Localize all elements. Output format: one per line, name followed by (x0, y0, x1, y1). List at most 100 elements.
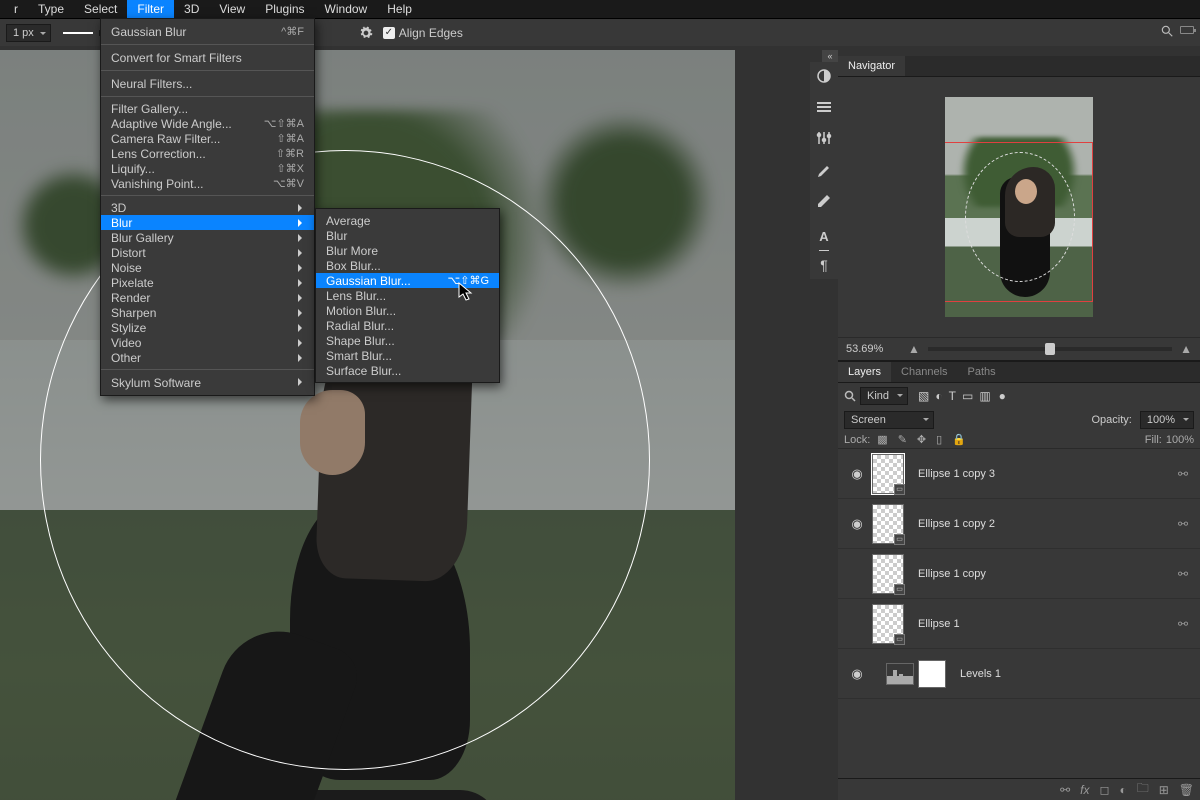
menuitem-filter-gallery[interactable]: Filter Gallery... (101, 101, 314, 116)
menuitem-other[interactable]: Other (101, 350, 314, 365)
zoom-in-icon[interactable]: ▲ (1180, 342, 1192, 356)
zoom-slider[interactable] (928, 347, 1172, 351)
group-icon[interactable]: 🗀 (1137, 779, 1149, 800)
menuitem-convert-smart[interactable]: Convert for Smart Filters (101, 49, 314, 66)
panel-collapse-button[interactable]: « (822, 50, 838, 62)
menuitem-surface-blur[interactable]: Surface Blur... (316, 363, 499, 378)
search-icon[interactable] (1160, 24, 1174, 41)
filter-type-icons[interactable]: ▧◐T▭▥● (912, 389, 1006, 403)
menuitem-blur-gallery[interactable]: Blur Gallery (101, 230, 314, 245)
brushes-icon[interactable] (816, 155, 832, 186)
zoom-value[interactable]: 53.69% (846, 343, 900, 355)
menuitem-last-filter[interactable]: Gaussian Blur^⌘F (101, 23, 314, 40)
menuitem-radial-blur[interactable]: Radial Blur... (316, 318, 499, 333)
menuitem-neural[interactable]: Neural Filters... (101, 75, 314, 92)
menu-help[interactable]: Help (377, 0, 422, 19)
character-icon[interactable]: A (819, 223, 828, 251)
menu-select[interactable]: Select (74, 0, 127, 19)
visibility-toggle[interactable]: ◉ (842, 516, 872, 532)
menuitem-average[interactable]: Average (316, 213, 499, 228)
brush-settings-icon[interactable] (816, 186, 832, 217)
paragraph-icon[interactable]: ¶ (820, 251, 828, 279)
stroke-style-preview[interactable] (63, 32, 93, 34)
tab-layers[interactable]: Layers (838, 362, 891, 382)
link-layers-icon[interactable]: ⚯ (1060, 783, 1070, 797)
layer-filter-kind[interactable]: Kind (860, 387, 908, 405)
lock-artboard-icon[interactable]: ▯ (933, 433, 945, 446)
menuitem-noise[interactable]: Noise (101, 260, 314, 275)
blend-mode-select[interactable]: Screen (844, 411, 934, 429)
layer-row[interactable]: ◉ ▭ Ellipse 1 copy 2 ⚯ (838, 499, 1200, 549)
swatches-icon[interactable] (816, 93, 832, 124)
menuitem-blur[interactable]: Blur (101, 215, 314, 230)
tab-paths[interactable]: Paths (958, 362, 1006, 382)
menuitem-blur-more[interactable]: Blur More (316, 243, 499, 258)
menu-view[interactable]: View (209, 0, 255, 19)
layer-row[interactable]: ◉ ▭ Ellipse 1 copy 3 ⚯ (838, 449, 1200, 499)
menuitem-lens[interactable]: Lens Correction...⇧⌘R (101, 146, 314, 161)
layer-name[interactable]: Ellipse 1 copy 2 (918, 518, 995, 530)
menuitem-vanishing[interactable]: Vanishing Point...⌥⌘V (101, 176, 314, 191)
menuitem-lens-blur[interactable]: Lens Blur... (316, 288, 499, 303)
menu-filter[interactable]: Filter (127, 0, 174, 19)
menuitem-shape-blur[interactable]: Shape Blur... (316, 333, 499, 348)
menuitem-blur-simple[interactable]: Blur (316, 228, 499, 243)
layer-effects-icon[interactable]: fx (1080, 783, 1089, 797)
color-icon[interactable] (816, 62, 832, 93)
lock-position-icon[interactable]: ✥ (914, 433, 929, 446)
navigator-thumbnail[interactable] (945, 97, 1093, 317)
menu-type[interactable]: Type (28, 0, 74, 19)
layer-name[interactable]: Ellipse 1 (918, 618, 960, 630)
lock-all-icon[interactable]: 🔒 (949, 433, 969, 446)
menuitem-gaussian-blur[interactable]: Gaussian Blur...⌥⇧⌘G (316, 273, 499, 288)
layer-name[interactable]: Ellipse 1 copy (918, 568, 986, 580)
menuitem-smart-blur[interactable]: Smart Blur... (316, 348, 499, 363)
new-layer-icon[interactable]: ⊞ (1159, 783, 1169, 797)
gear-icon[interactable] (359, 26, 373, 40)
zoom-out-icon[interactable]: ▲ (908, 342, 920, 356)
link-icon[interactable]: ⚯ (1178, 617, 1188, 631)
menuitem-3d[interactable]: 3D (101, 200, 314, 215)
lock-pixels-icon[interactable]: ✎ (895, 433, 910, 446)
layer-row[interactable]: ◉ Levels 1 (838, 649, 1200, 699)
menuitem-camera-raw[interactable]: Camera Raw Filter...⇧⌘A (101, 131, 314, 146)
layer-mask-icon[interactable]: ◻ (1099, 783, 1109, 797)
visibility-toggle[interactable]: ◉ (842, 666, 872, 682)
layer-name[interactable]: Levels 1 (960, 668, 1001, 680)
menuitem-adaptive[interactable]: Adaptive Wide Angle...⌥⇧⌘A (101, 116, 314, 131)
menuitem-box-blur[interactable]: Box Blur... (316, 258, 499, 273)
tab-navigator[interactable]: Navigator (838, 56, 905, 76)
stroke-width-select[interactable]: 1 px (6, 24, 51, 42)
menuitem-sharpen[interactable]: Sharpen (101, 305, 314, 320)
link-icon[interactable]: ⚯ (1178, 467, 1188, 481)
menuitem-distort[interactable]: Distort (101, 245, 314, 260)
visibility-toggle[interactable]: ◉ (842, 466, 872, 482)
link-icon[interactable]: ⚯ (1178, 517, 1188, 531)
adjustments-icon[interactable] (816, 124, 832, 155)
menuitem-stylize[interactable]: Stylize (101, 320, 314, 335)
menu-plugins[interactable]: Plugins (255, 0, 314, 19)
align-edges-checkbox[interactable]: ✓ (383, 27, 395, 39)
menu-r[interactable]: r (4, 0, 28, 19)
layer-name[interactable]: Ellipse 1 copy 3 (918, 468, 995, 480)
adjustment-layer-icon[interactable]: ◐ (1119, 783, 1126, 797)
menuitem-pixelate[interactable]: Pixelate (101, 275, 314, 290)
menu-3d[interactable]: 3D (174, 0, 209, 19)
layer-row[interactable]: ▭ Ellipse 1 ⚯ (838, 599, 1200, 649)
fill-select[interactable]: 100% (1166, 434, 1194, 446)
levels-icon[interactable] (886, 663, 914, 685)
menuitem-render[interactable]: Render (101, 290, 314, 305)
menuitem-video[interactable]: Video (101, 335, 314, 350)
link-icon[interactable]: ⚯ (1178, 567, 1188, 581)
layer-row[interactable]: ▭ Ellipse 1 copy ⚯ (838, 549, 1200, 599)
menu-window[interactable]: Window (315, 0, 378, 19)
menuitem-skylum[interactable]: Skylum Software (101, 374, 314, 391)
menuitem-motion-blur[interactable]: Motion Blur... (316, 303, 499, 318)
tab-channels[interactable]: Channels (891, 362, 957, 382)
opacity-select[interactable]: 100% (1140, 411, 1194, 429)
lock-transparency-icon[interactable]: ▩ (874, 433, 890, 446)
search-icon[interactable] (844, 390, 856, 402)
menuitem-liquify[interactable]: Liquify...⇧⌘X (101, 161, 314, 176)
delete-layer-icon[interactable]: 🗑 (1179, 783, 1194, 797)
layer-mask-thumbnail[interactable] (918, 660, 946, 688)
